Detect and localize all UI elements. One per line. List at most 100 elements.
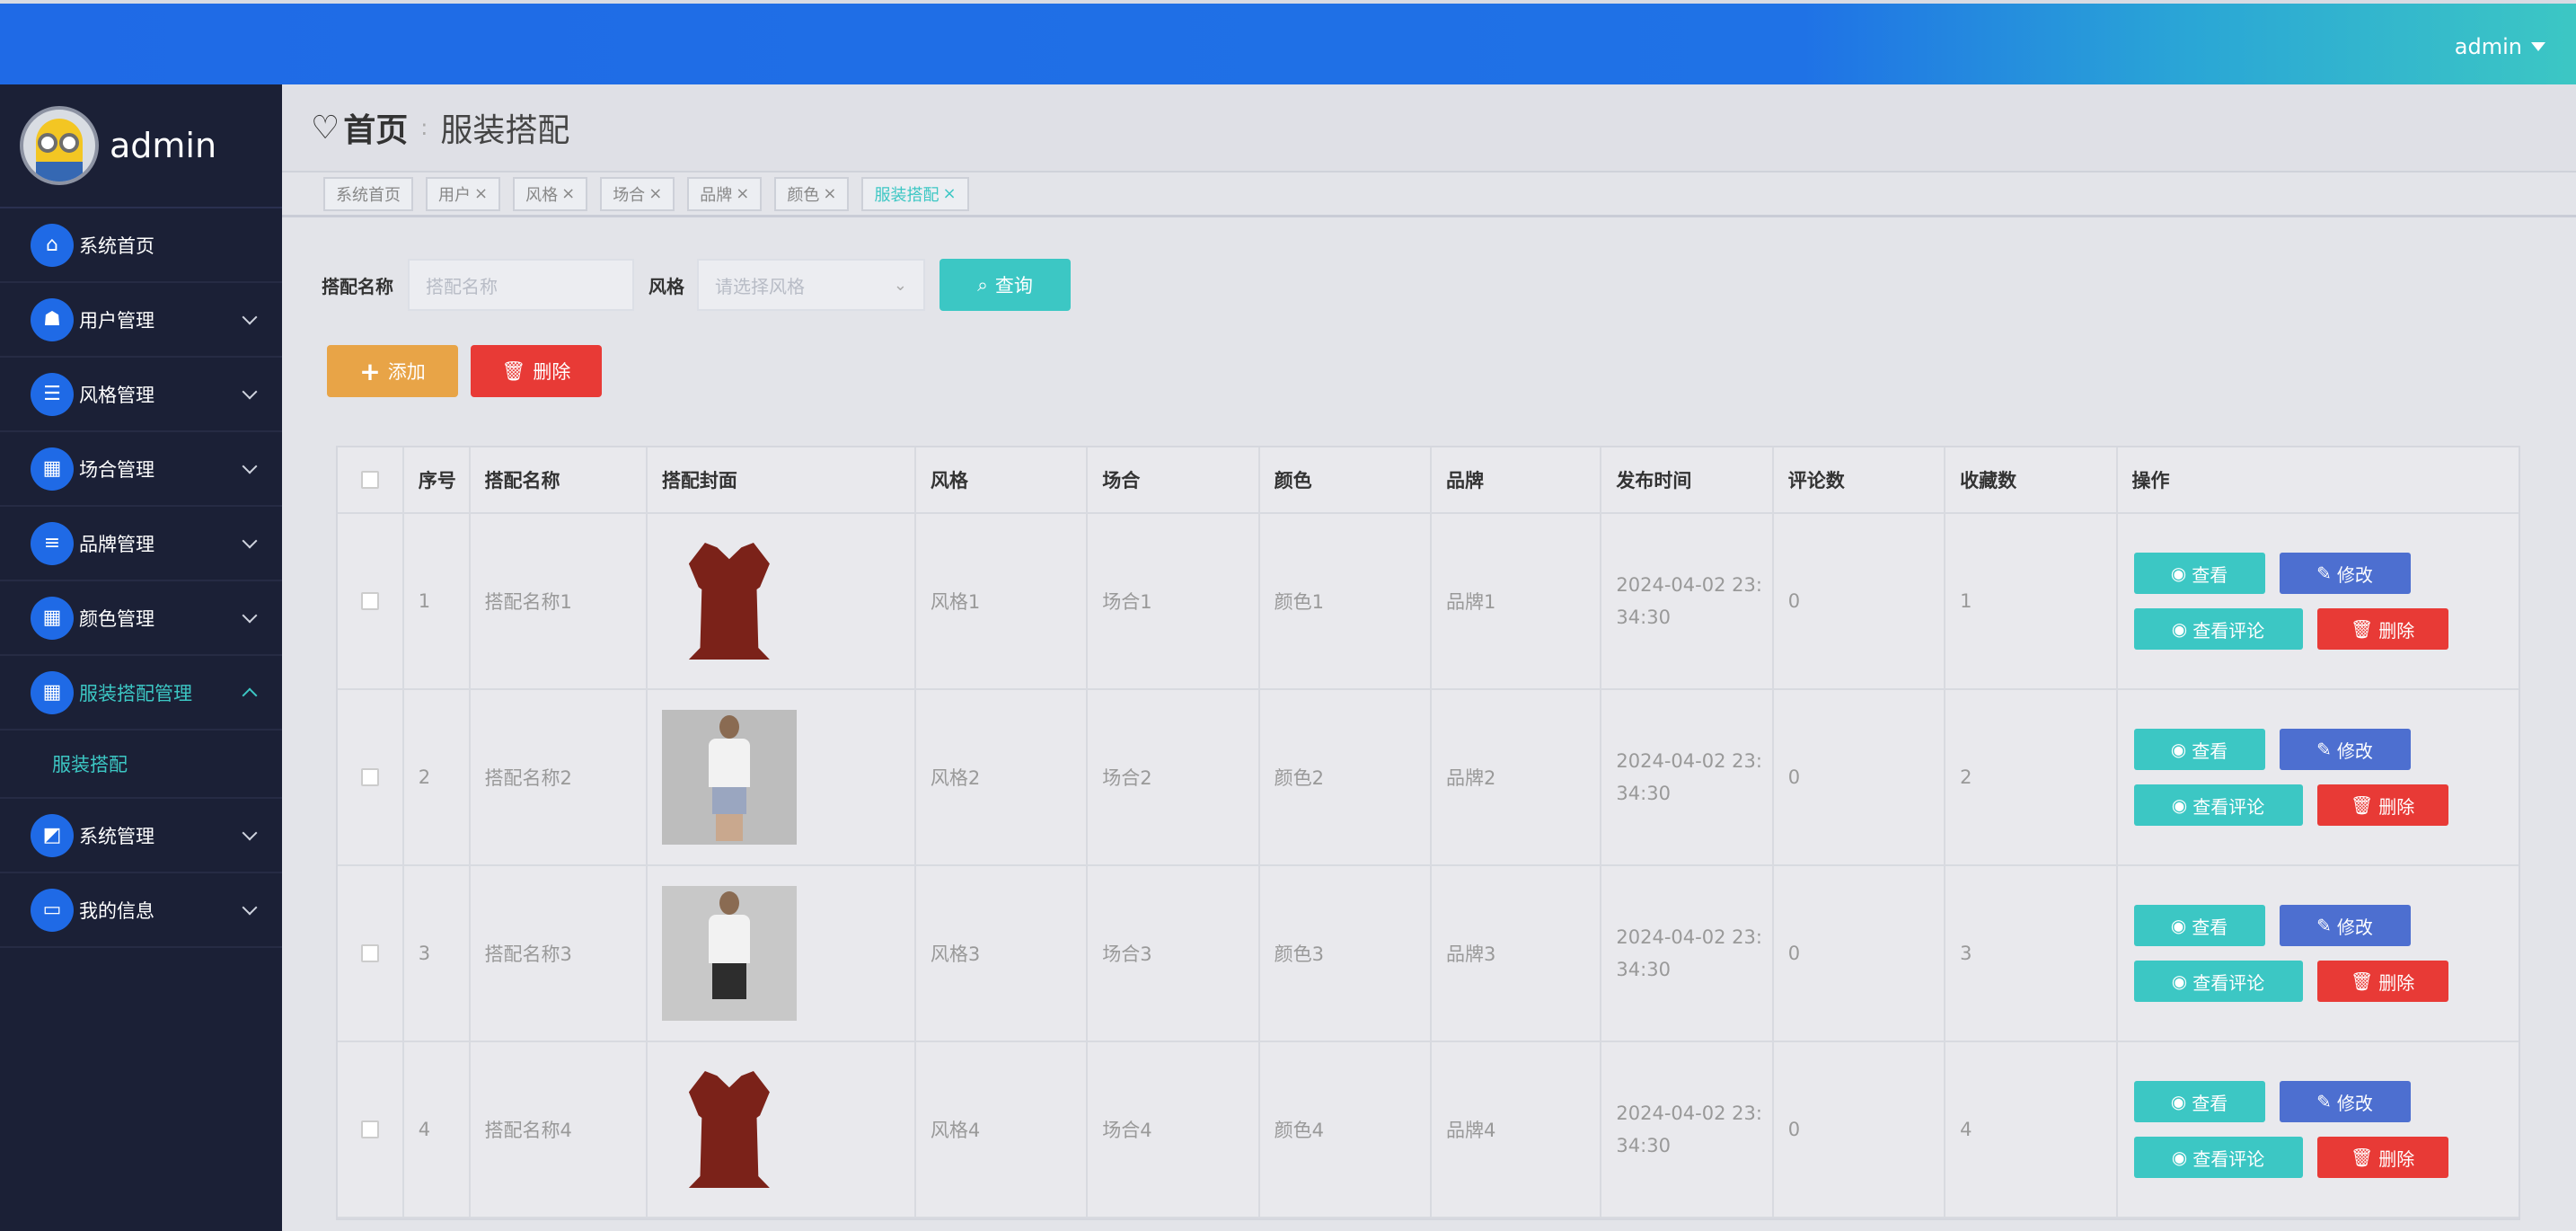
row-checkbox[interactable]	[360, 1120, 379, 1138]
search-icon: ⌕	[977, 273, 988, 296]
row-color: 颜色3	[1260, 866, 1433, 1041]
sidebar-item-styles[interactable]: ☰ 风格管理	[0, 358, 282, 432]
close-icon[interactable]: ×	[942, 184, 956, 203]
col-header: 评论数	[1774, 447, 1946, 512]
tag-users[interactable]: 用户 ×	[426, 176, 501, 211]
row-time: 2024-04-02 23: 34:30	[1616, 1103, 1762, 1156]
row-time: 2024-04-02 23: 34:30	[1616, 750, 1762, 804]
batch-delete-button[interactable]: 🗑 删除	[471, 345, 602, 397]
col-header: 颜色	[1260, 447, 1433, 512]
sidebar-item-label: 用户管理	[79, 309, 154, 332]
sidebar: admin ⌂ 系统首页 ☗ 用户管理 ☰ 风格管理 ▦ 场合管理 ≡ 品牌管理…	[0, 84, 282, 1231]
chevron-down-icon: ⌄	[893, 275, 907, 295]
breadcrumb-separator: :	[420, 115, 428, 140]
name-label: 搭配名称	[322, 275, 393, 297]
view-button[interactable]: ◉ 查看	[2133, 905, 2265, 946]
tag-occasions[interactable]: 场合 ×	[600, 176, 675, 211]
view-comments-button[interactable]: ◉ 查看评论	[2133, 608, 2303, 650]
close-icon[interactable]: ×	[823, 184, 836, 203]
sidebar-item-system[interactable]: ◩ 系统管理	[0, 799, 282, 873]
sidebar-item-label: 我的信息	[79, 899, 154, 922]
user-icon: ☗	[31, 297, 74, 341]
view-button[interactable]: ◉ 查看	[2133, 729, 2265, 770]
row-checkbox[interactable]	[360, 768, 379, 786]
chevron-down-icon	[242, 384, 258, 400]
outfit-cover-image	[661, 710, 797, 845]
delete-button[interactable]: 🗑 删除	[2316, 784, 2448, 826]
breadcrumb: ♡ 首页 : 服装搭配	[282, 84, 2576, 171]
sidebar-item-occasions[interactable]: ▦ 场合管理	[0, 432, 282, 507]
row-brand: 品牌3	[1432, 866, 1602, 1041]
close-icon[interactable]: ×	[474, 184, 488, 203]
sidebar-item-outfits[interactable]: ▦ 服装搭配管理	[0, 656, 282, 731]
style-select[interactable]: 请选择风格 ⌄	[697, 259, 925, 311]
row-no: 4	[404, 1042, 471, 1217]
close-icon[interactable]: ×	[648, 184, 662, 203]
sidebar-item-users[interactable]: ☗ 用户管理	[0, 283, 282, 358]
edit-button[interactable]: ✎ 修改	[2279, 1081, 2411, 1122]
trash-icon: 🗑	[2350, 618, 2374, 640]
tag-outfits[interactable]: 服装搭配 ×	[861, 176, 969, 211]
chevron-down-icon	[242, 607, 258, 624]
heart-icon: ♡	[311, 109, 340, 146]
tag-brands[interactable]: 品牌 ×	[687, 176, 763, 211]
delete-button[interactable]: 🗑 删除	[2316, 961, 2448, 1002]
row-comments: 0	[1774, 866, 1946, 1041]
outfit-table: 序号 搭配名称 搭配封面 风格 场合 颜色 品牌 发布时间 评论数 收藏数 操作…	[336, 446, 2520, 1220]
user-menu[interactable]: admin	[2455, 34, 2545, 59]
grid-icon: ▦	[31, 447, 74, 491]
pencil-icon: ✎	[2316, 562, 2332, 584]
top-bar: admin	[0, 0, 2576, 84]
tag-colors[interactable]: 颜色 ×	[774, 176, 850, 211]
row-no: 3	[404, 866, 471, 1041]
sidebar-subitem-outfit[interactable]: 服装搭配	[0, 731, 282, 799]
sidebar-item-label: 场合管理	[79, 458, 154, 481]
select-all-checkbox[interactable]	[360, 471, 379, 489]
edit-button[interactable]: ✎ 修改	[2279, 729, 2411, 770]
outfit-cover-image	[662, 1062, 797, 1197]
sidebar-item-label: 系统管理	[79, 825, 154, 847]
sidebar-item-colors[interactable]: ▦ 颜色管理	[0, 581, 282, 656]
row-brand: 品牌2	[1432, 690, 1602, 864]
trash-icon: 🗑	[501, 359, 526, 382]
main-content: ♡ 首页 : 服装搭配 系统首页 用户 × 风格 × 场合 × 品牌 × 颜色 × 服装搭…	[282, 84, 2576, 1231]
row-name: 搭配名称4	[471, 1042, 648, 1217]
tag-home[interactable]: 系统首页	[323, 176, 413, 211]
sidebar-item-home[interactable]: ⌂ 系统首页	[0, 208, 282, 283]
tag-styles[interactable]: 风格 ×	[513, 176, 588, 211]
add-button[interactable]: + 添加	[327, 345, 458, 397]
query-button[interactable]: ⌕ 查询	[940, 259, 1071, 311]
row-checkbox[interactable]	[360, 944, 379, 962]
view-button[interactable]: ◉ 查看	[2133, 1081, 2265, 1122]
row-style: 风格3	[916, 866, 1089, 1041]
table-row: 4 搭配名称4 风格4 场合4 颜色4 品牌4 2024-04-02 23: 34…	[338, 1042, 2519, 1218]
delete-button[interactable]: 🗑 删除	[2316, 1137, 2448, 1178]
edit-button[interactable]: ✎ 修改	[2279, 553, 2411, 594]
name-search-input[interactable]: 搭配名称	[408, 259, 634, 311]
col-header: 场合	[1088, 447, 1260, 512]
chevron-up-icon	[242, 687, 258, 704]
breadcrumb-home[interactable]: 首页	[343, 104, 408, 151]
delete-button[interactable]: 🗑 删除	[2316, 608, 2448, 650]
close-icon[interactable]: ×	[561, 184, 575, 203]
col-header: 搭配名称	[471, 447, 648, 512]
sidebar-item-brands[interactable]: ≡ 品牌管理	[0, 507, 282, 581]
sidebar-item-profile[interactable]: ▭ 我的信息	[0, 873, 282, 948]
pencil-icon: ✎	[2316, 739, 2332, 760]
row-favorites: 4	[1945, 1042, 2118, 1217]
view-comments-button[interactable]: ◉ 查看评论	[2133, 1137, 2303, 1178]
row-occasion: 场合1	[1088, 514, 1260, 688]
row-checkbox[interactable]	[360, 592, 379, 610]
view-comments-button[interactable]: ◉ 查看评论	[2133, 784, 2303, 826]
eye-icon: ◉	[2171, 970, 2188, 992]
edit-button[interactable]: ✎ 修改	[2279, 905, 2411, 946]
close-icon[interactable]: ×	[736, 184, 749, 203]
trash-icon: 🗑	[2350, 1147, 2374, 1168]
view-comments-button[interactable]: ◉ 查看评论	[2133, 961, 2303, 1002]
row-no: 1	[404, 514, 471, 688]
view-button[interactable]: ◉ 查看	[2133, 553, 2265, 594]
row-comments: 0	[1774, 514, 1946, 688]
sidebar-item-label: 品牌管理	[79, 533, 154, 555]
table-row: 1 搭配名称1 风格1 场合1 颜色1 品牌1 2024-04-02 23: 34…	[338, 514, 2519, 690]
row-name: 搭配名称3	[471, 866, 648, 1041]
